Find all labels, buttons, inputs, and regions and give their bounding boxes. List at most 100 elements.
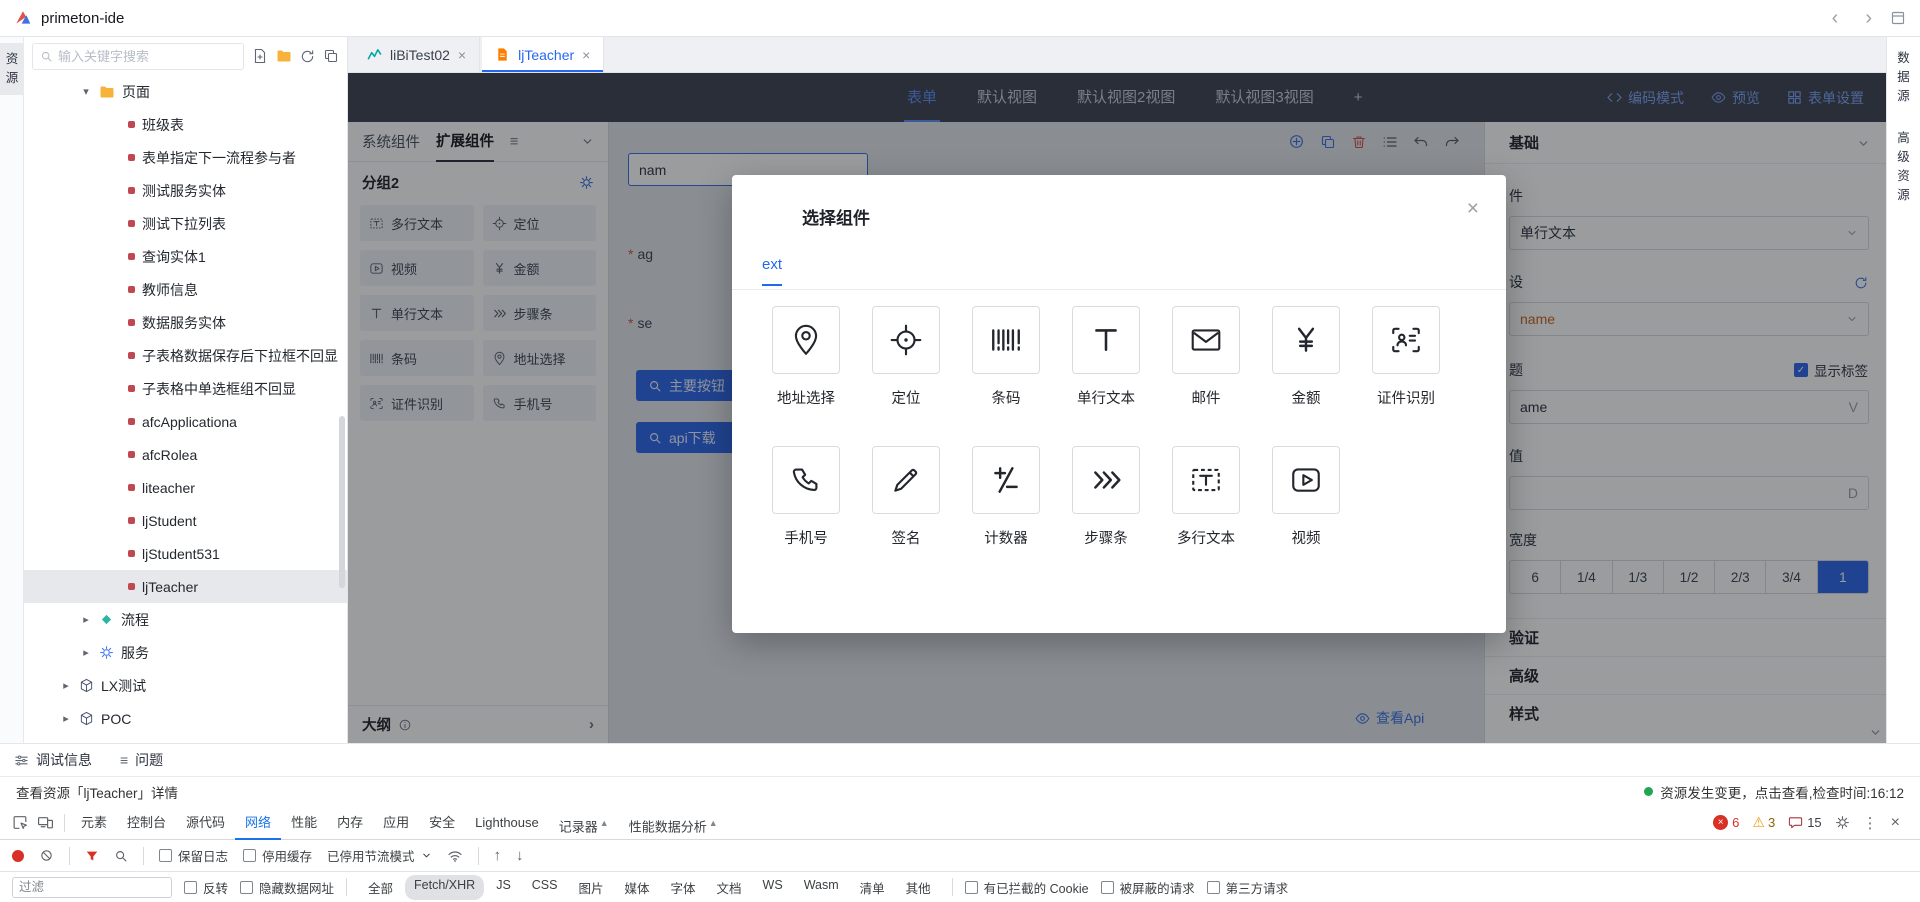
tree-leaf-page[interactable]: 测试下拉列表 xyxy=(24,207,347,240)
third-party-checkbox[interactable]: 第三方请求 xyxy=(1207,878,1289,897)
invert-checkbox[interactable]: 反转 xyxy=(184,878,228,897)
tree-leaf-page[interactable]: liteacher xyxy=(24,471,347,504)
devtools-tab-network[interactable]: 网络 xyxy=(235,806,281,840)
tree-leaf-page[interactable]: ljStudent xyxy=(24,504,347,537)
devtools-tab-console[interactable]: 控制台 xyxy=(117,806,176,840)
component-input[interactable]: 单行文本 xyxy=(1056,306,1156,408)
tree-leaf-page[interactable]: 查询实体1 xyxy=(24,240,347,273)
type-other[interactable]: 其他 xyxy=(897,875,940,900)
tree-scrollbar[interactable] xyxy=(339,416,345,588)
tree-leaf-page[interactable]: 班级表 xyxy=(24,108,347,141)
collapse-all-icon[interactable] xyxy=(323,48,339,64)
tree-node-pages[interactable]: ▾页面 xyxy=(24,75,347,108)
inspect-element-icon[interactable] xyxy=(12,814,29,831)
filter-funnel-icon[interactable] xyxy=(85,849,99,863)
component-phone[interactable]: 手机号 xyxy=(756,446,856,548)
locate-file-icon[interactable] xyxy=(252,48,268,64)
tree-leaf-page[interactable]: 子表格数据保存后下拉框不回显 xyxy=(24,339,347,372)
type-media[interactable]: 媒体 xyxy=(616,875,659,900)
tree-leaf-page[interactable]: 测试服务实体 xyxy=(24,174,347,207)
clear-network-icon[interactable] xyxy=(39,848,54,863)
settings-gear-icon[interactable] xyxy=(1835,815,1850,830)
close-tab-icon[interactable]: × xyxy=(582,47,590,63)
type-doc[interactable]: 文档 xyxy=(708,875,751,900)
devtools-tab-memory[interactable]: 内存 xyxy=(327,806,373,840)
tree-leaf-page[interactable]: afcApplicationa xyxy=(24,405,347,438)
status-detail[interactable]: 查看资源「ljTeacher」详情 xyxy=(16,782,178,802)
tab-problems[interactable]: ≡ 问题 xyxy=(120,750,163,770)
type-wasm[interactable]: Wasm xyxy=(795,875,848,900)
type-img[interactable]: 图片 xyxy=(569,875,612,900)
component-signature[interactable]: 签名 xyxy=(856,446,956,548)
devtools-tab-recorder[interactable]: 记录器▲ xyxy=(549,806,619,840)
caret-down-icon[interactable]: ▾ xyxy=(80,85,92,98)
component-idcard[interactable]: 证件识别 xyxy=(1356,306,1456,408)
component-textarea[interactable]: 多行文本 xyxy=(1156,446,1256,548)
tree-leaf-page-selected[interactable]: ljTeacher xyxy=(24,570,347,603)
filter-input[interactable] xyxy=(12,877,172,898)
history-forward-icon[interactable]: › xyxy=(1856,8,1881,28)
tree-project-poc[interactable]: ▸POC xyxy=(24,702,347,735)
tree-leaf-page[interactable]: afcRolea xyxy=(24,438,347,471)
tree-project-partial[interactable]: ▸ala xyxy=(24,735,347,743)
component-locate[interactable]: 定位 xyxy=(856,306,956,408)
history-back-icon[interactable]: ‹ xyxy=(1823,8,1848,28)
tree-leaf-page[interactable]: 数据服务实体 xyxy=(24,306,347,339)
resource-change-notice[interactable]: 资源发生变更，点击查看,检查时间:16:12 xyxy=(1644,782,1904,802)
error-counter[interactable]: ×6 xyxy=(1713,815,1739,830)
blocked-cookies-checkbox[interactable]: 有已拦截的 Cookie xyxy=(965,878,1089,897)
editor-tab-libitest02[interactable]: liBiTest02 × xyxy=(354,37,480,72)
dialog-tab-ext[interactable]: ext xyxy=(762,256,782,286)
type-font[interactable]: 字体 xyxy=(662,875,705,900)
layout-icon[interactable] xyxy=(1890,10,1906,26)
type-manifest[interactable]: 清单 xyxy=(851,875,894,900)
component-barcode[interactable]: 条码 xyxy=(956,306,1056,408)
devtools-tab-performance-insights[interactable]: 性能数据分析▲ xyxy=(619,806,728,840)
refresh-icon[interactable] xyxy=(300,49,315,64)
editor-tab-ljteacher[interactable]: ljTeacher × xyxy=(482,37,604,72)
type-css[interactable]: CSS xyxy=(523,875,567,900)
explorer-search[interactable] xyxy=(32,43,244,70)
tree-project-lx[interactable]: ▸LX测试 xyxy=(24,669,347,702)
record-network-icon[interactable] xyxy=(12,850,24,862)
tree-leaf-page[interactable]: 表单指定下一流程参与者 xyxy=(24,141,347,174)
tree-node-services[interactable]: ▸服务 xyxy=(24,636,347,669)
kebab-menu-icon[interactable]: ⋮ xyxy=(1863,814,1878,832)
devtools-tab-security[interactable]: 安全 xyxy=(419,806,465,840)
tab-debug-info[interactable]: 调试信息 xyxy=(14,750,92,770)
import-har-icon[interactable]: ↑ xyxy=(494,847,502,864)
search-network-icon[interactable] xyxy=(114,849,128,863)
search-input[interactable] xyxy=(58,49,236,64)
devtools-tab-elements[interactable]: 元素 xyxy=(71,806,117,840)
devtools-tab-lighthouse[interactable]: Lighthouse xyxy=(465,806,549,840)
export-har-icon[interactable]: ↓ xyxy=(516,847,524,864)
caret-right-icon[interactable]: ▸ xyxy=(80,613,92,626)
close-dialog-icon[interactable]: × xyxy=(1467,197,1479,221)
type-fetch-xhr-selected[interactable]: Fetch/XHR xyxy=(405,875,484,900)
blocked-requests-checkbox[interactable]: 被屏蔽的请求 xyxy=(1101,878,1195,897)
devtools-tab-application[interactable]: 应用 xyxy=(373,806,419,840)
tree-node-processes[interactable]: ▸流程 xyxy=(24,603,347,636)
component-amount[interactable]: 金额 xyxy=(1256,306,1356,408)
close-tab-icon[interactable]: × xyxy=(458,47,466,63)
caret-right-icon[interactable]: ▸ xyxy=(80,646,92,659)
issues-counter[interactable]: 15 xyxy=(1788,815,1821,830)
hide-data-urls-checkbox[interactable]: 隐藏数据网址 xyxy=(240,878,334,897)
tree-leaf-page[interactable]: ljStudent531 xyxy=(24,537,347,570)
component-steps[interactable]: 步骤条 xyxy=(1056,446,1156,548)
type-all[interactable]: 全部 xyxy=(359,875,402,900)
disable-cache-checkbox[interactable]: 停用缓存 xyxy=(243,846,312,865)
component-address[interactable]: 地址选择 xyxy=(756,306,856,408)
device-toolbar-icon[interactable] xyxy=(37,814,54,831)
warning-counter[interactable]: ⚠3 xyxy=(1752,814,1775,831)
network-conditions-icon[interactable] xyxy=(447,848,463,864)
caret-right-icon[interactable]: ▸ xyxy=(60,712,72,725)
rail-tab-advanced-resources[interactable]: 高级资源 xyxy=(1896,129,1911,204)
type-ws[interactable]: WS xyxy=(754,875,792,900)
preserve-log-checkbox[interactable]: 保留日志 xyxy=(159,846,228,865)
rail-tab-resources[interactable]: 资源 xyxy=(0,43,24,95)
tree-leaf-page[interactable]: 教师信息 xyxy=(24,273,347,306)
devtools-tab-sources[interactable]: 源代码 xyxy=(176,806,235,840)
throttling-select[interactable]: 已停用节流模式 xyxy=(327,846,432,865)
caret-right-icon[interactable]: ▸ xyxy=(60,679,72,692)
